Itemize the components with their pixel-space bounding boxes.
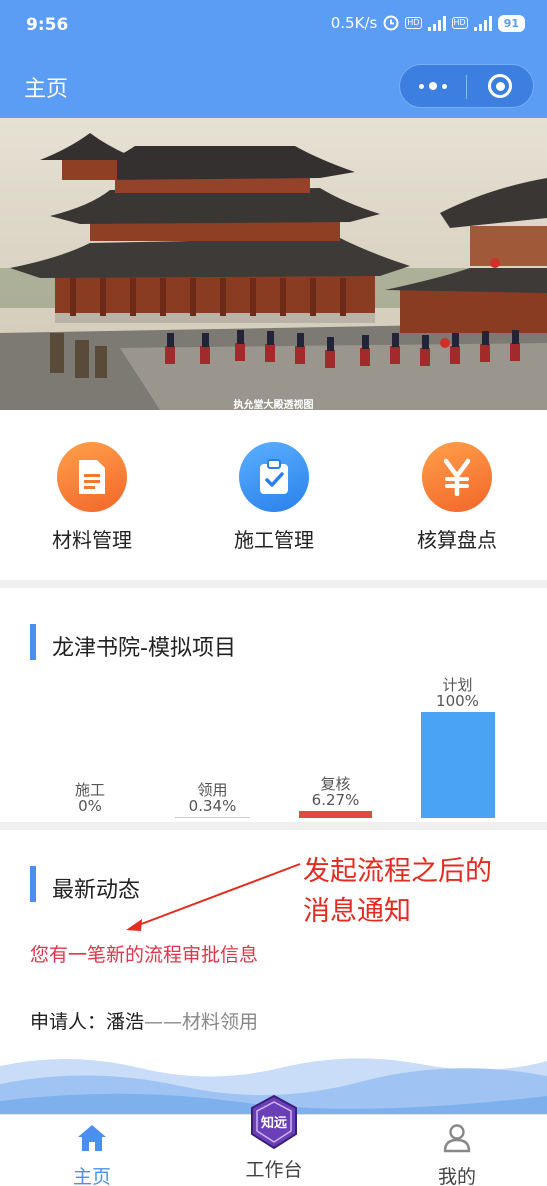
user-icon	[443, 1124, 471, 1153]
annotation-line: 发起流程之后的	[303, 856, 492, 887]
tab-label: 我的	[437, 1166, 476, 1186]
tab-mine[interactable]: 我的	[397, 1123, 517, 1186]
tab-label: 主页	[72, 1166, 111, 1186]
annotation-arrow	[126, 863, 301, 931]
workbench-logo-icon[interactable]: 知远	[248, 1094, 300, 1150]
annotation-line: 消息通知	[303, 896, 411, 927]
logo-text: 知远	[261, 1115, 287, 1131]
tab-home[interactable]: 主页	[32, 1123, 152, 1186]
tab-label: 工作台	[245, 1159, 303, 1181]
tab-workbench[interactable]: 工作台	[214, 1155, 334, 1182]
annotation-text: 发起流程之后的 消息通知	[303, 852, 492, 932]
home-icon	[78, 1125, 106, 1151]
